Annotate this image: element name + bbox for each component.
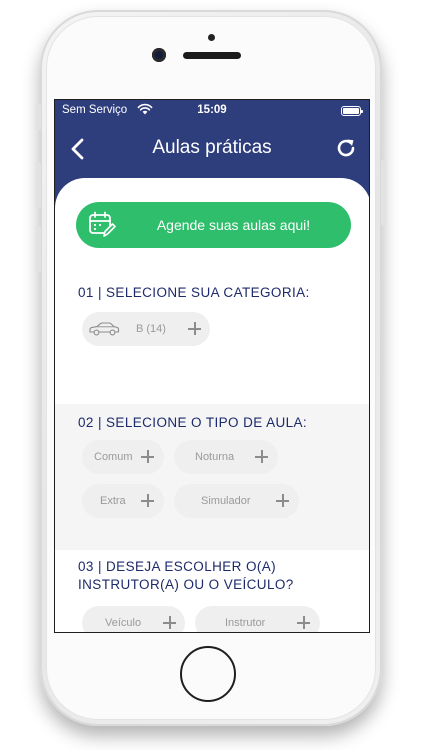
lesson-type-chip-extra[interactable]: Extra <box>82 484 164 518</box>
lesson-type-section: 02 | SELECIONE O TIPO DE AULA: Comum Not… <box>55 404 369 550</box>
category-chip-b[interactable]: B (14) <box>82 312 210 346</box>
page-title: Aulas práticas <box>152 137 272 158</box>
car-icon <box>89 322 120 336</box>
lesson-type-section-title: 02 | SELECIONE O TIPO DE AULA: <box>78 415 308 430</box>
instructor-vehicle-section-title: 03 | DESEJA ESCOLHER O(A) INSTRUTOR(A) O… <box>78 559 294 592</box>
choice-chip-label: Veículo <box>105 617 142 629</box>
content-panel: Agende suas aulas aqui! 01 | SELECIONE S… <box>55 178 369 632</box>
plus-icon <box>163 616 176 629</box>
proximity-sensor <box>208 34 215 41</box>
volume-down-button <box>36 226 41 272</box>
status-bar: Sem Serviço 15:09 <box>55 100 369 122</box>
battery-icon <box>341 106 363 116</box>
plus-icon <box>188 322 201 335</box>
choice-chip-label: Instrutor <box>225 617 266 629</box>
schedule-lessons-label: Agende suas aulas aqui! <box>156 217 311 233</box>
plus-icon <box>141 450 154 463</box>
lesson-type-chip-comum[interactable]: Comum <box>82 440 164 474</box>
silent-switch <box>36 104 41 130</box>
power-button <box>381 160 386 226</box>
refresh-icon[interactable] <box>335 137 357 159</box>
category-chip-label: B (14) <box>136 323 166 335</box>
lesson-type-chip-simulador[interactable]: Simulador <box>174 484 299 518</box>
lesson-type-chip-label: Extra <box>100 495 126 507</box>
plus-icon <box>141 494 154 507</box>
calendar-edit-icon <box>89 211 116 237</box>
home-button[interactable] <box>180 646 236 702</box>
choice-chip-instrutor[interactable]: Instrutor <box>195 606 320 632</box>
plus-icon <box>276 494 289 507</box>
lesson-type-chip-noturna[interactable]: Noturna <box>174 440 278 474</box>
app-screen: Sem Serviço 15:09 Aulas práticas Agende … <box>54 99 370 633</box>
lesson-type-chip-label: Noturna <box>195 451 235 463</box>
category-section-title: 01 | SELECIONE SUA CATEGORIA: <box>78 285 310 300</box>
plus-icon <box>255 450 268 463</box>
plus-icon <box>297 616 310 629</box>
front-camera <box>152 48 166 62</box>
schedule-lessons-button[interactable]: Agende suas aulas aqui! <box>76 202 351 248</box>
lesson-type-chip-label: Comum <box>94 451 133 463</box>
choice-chip-veiculo[interactable]: Veículo <box>82 606 185 632</box>
lesson-type-chip-label: Simulador <box>201 495 251 507</box>
nav-bar: Aulas práticas <box>55 124 369 174</box>
status-time: 15:09 <box>197 104 227 116</box>
earpiece-speaker <box>183 52 241 59</box>
volume-up-button <box>36 162 41 208</box>
